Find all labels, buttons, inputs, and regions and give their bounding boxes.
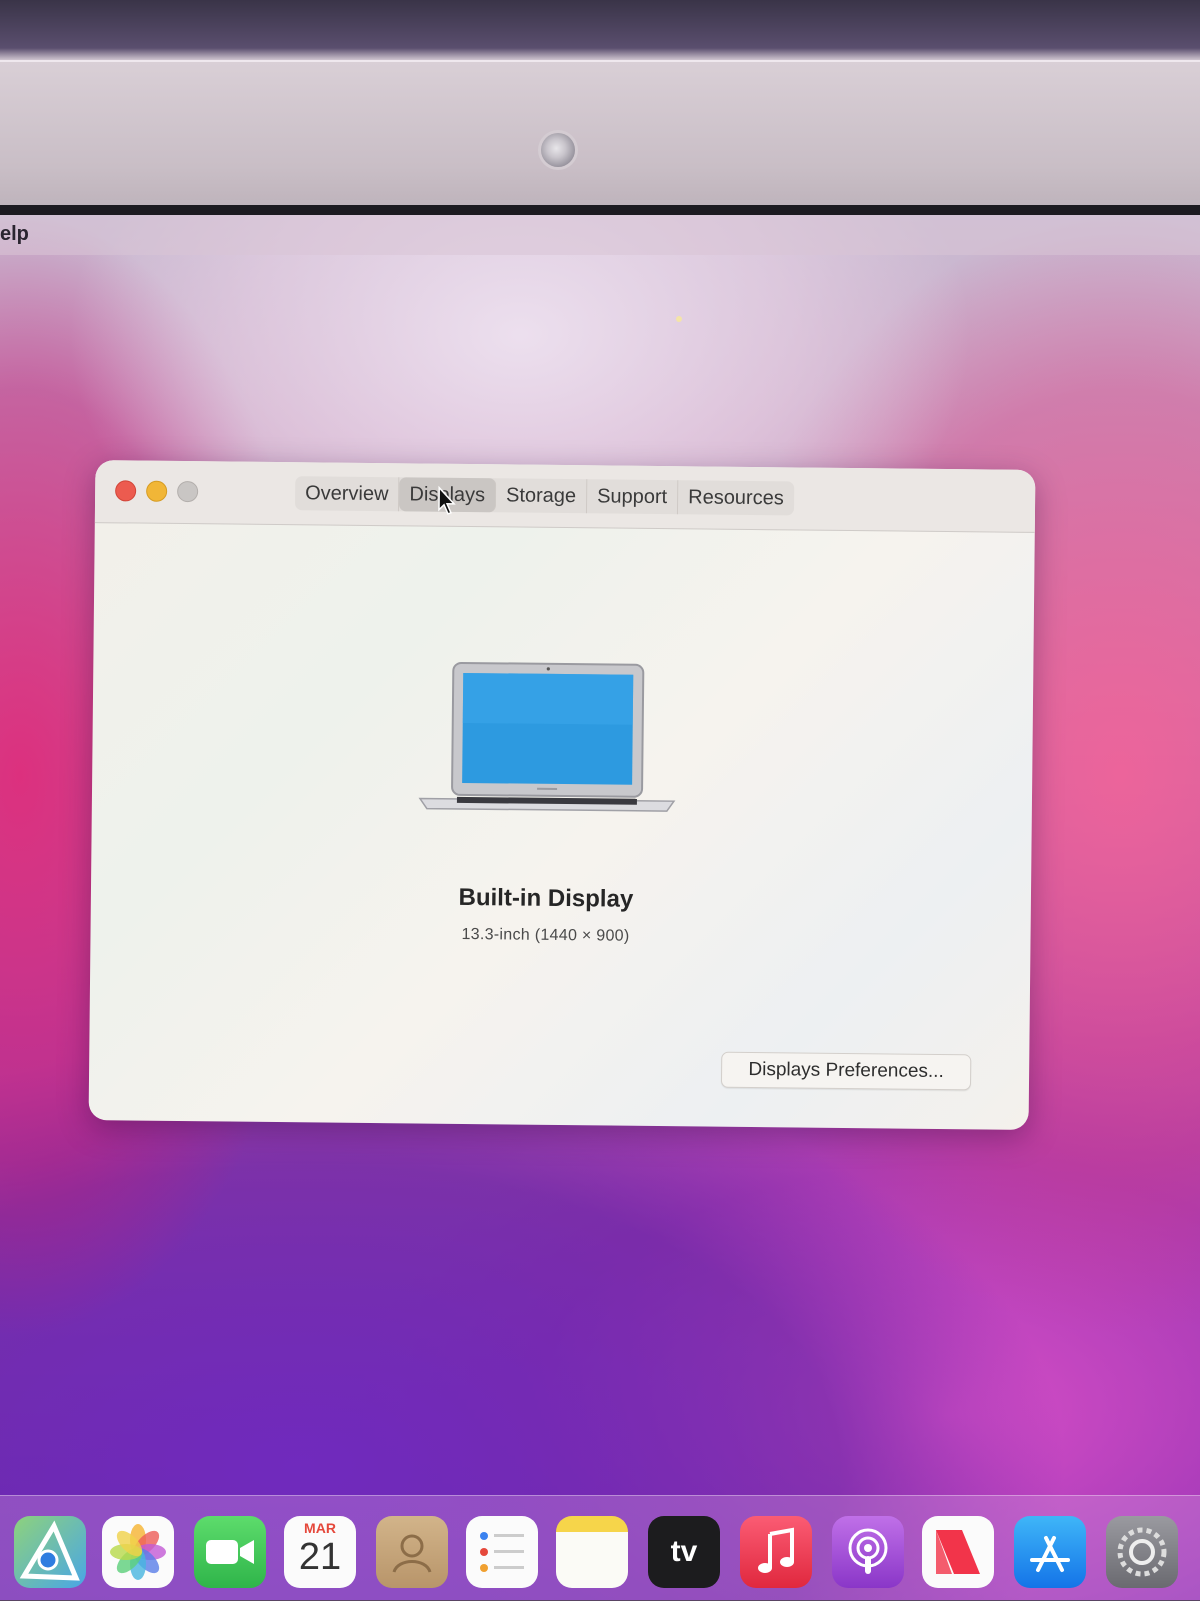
news-icon[interactable] <box>922 1516 994 1588</box>
laptop-icon <box>418 661 676 812</box>
tab-overview[interactable]: Overview <box>294 476 400 512</box>
reminders-icon[interactable] <box>466 1516 538 1588</box>
menu-bar: elp <box>0 215 1200 255</box>
close-button[interactable] <box>115 480 137 502</box>
window-titlebar[interactable]: Overview Displays Storage Support Resour… <box>94 460 1036 533</box>
webcam-icon <box>541 133 575 167</box>
calendar-icon[interactable]: MAR 21 <box>284 1516 356 1588</box>
desktop: elp Overview Displays Storage Support Re… <box>0 215 1200 1600</box>
calendar-day: 21 <box>298 1536 342 1578</box>
zoom-button[interactable] <box>177 480 199 503</box>
apple-tv-icon[interactable]: tv <box>648 1516 720 1588</box>
contacts-icon[interactable] <box>376 1516 448 1588</box>
display-spec: 13.3-inch (1440 × 900) <box>461 925 630 945</box>
notes-icon[interactable] <box>556 1516 628 1588</box>
dock: MAR 21 tv <box>0 1495 1200 1601</box>
tab-bar: Overview Displays Storage Support Resour… <box>294 476 794 516</box>
podcasts-icon[interactable] <box>832 1516 904 1588</box>
calendar-month: MAR <box>304 1520 336 1536</box>
laptop-bezel <box>0 60 1200 212</box>
music-icon[interactable] <box>740 1516 812 1588</box>
apple-tv-label: tv <box>670 1535 698 1568</box>
maps-icon[interactable] <box>14 1516 86 1588</box>
laptop-bezel-top <box>0 0 1200 60</box>
tab-support[interactable]: Support <box>586 479 679 515</box>
display-name: Built-in Display <box>458 883 634 913</box>
app-store-icon[interactable] <box>1014 1516 1086 1588</box>
tab-resources[interactable]: Resources <box>678 480 794 515</box>
displays-preferences-button[interactable]: Displays Preferences... <box>720 1051 972 1091</box>
screen-edge <box>0 205 1200 215</box>
menu-help[interactable]: elp <box>0 223 29 246</box>
mouse-pointer-icon <box>438 485 456 515</box>
tab-storage[interactable]: Storage <box>495 478 588 514</box>
photos-icon[interactable] <box>102 1516 174 1588</box>
facetime-icon[interactable] <box>194 1516 266 1588</box>
system-preferences-icon[interactable] <box>1106 1516 1178 1588</box>
desktop-speck <box>676 316 682 322</box>
about-this-mac-window: Overview Displays Storage Support Resour… <box>88 460 1036 1130</box>
minimize-button[interactable] <box>146 480 168 502</box>
